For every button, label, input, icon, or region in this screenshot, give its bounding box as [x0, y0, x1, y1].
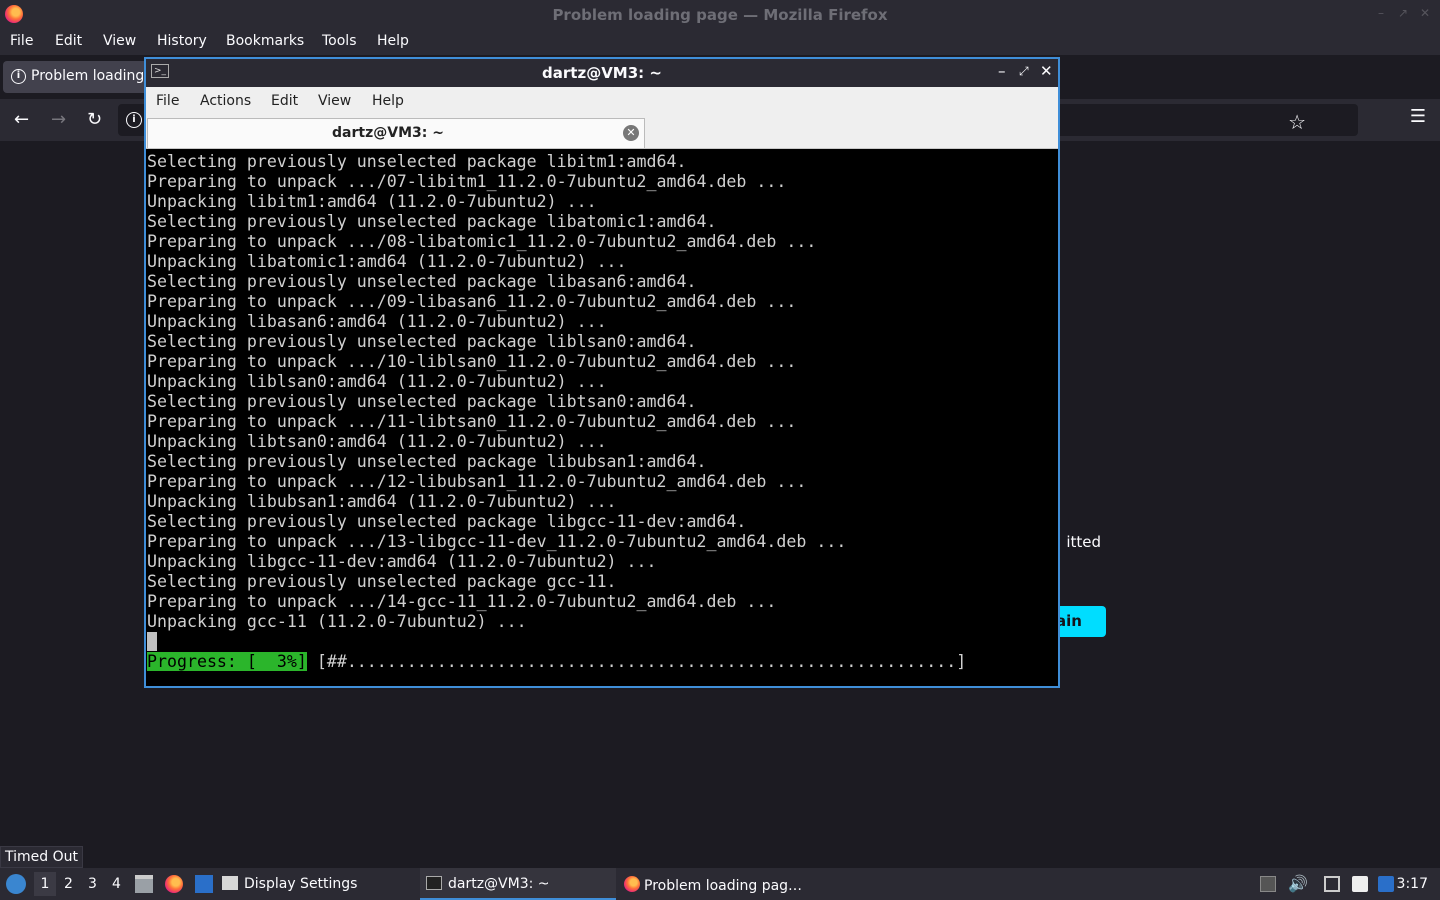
terminal-line: Preparing to unpack .../10-liblsan0_11.2…: [147, 352, 797, 371]
site-info-icon[interactable]: i: [126, 112, 142, 128]
terminal-line: Selecting previously unselected package …: [147, 212, 717, 231]
task-label: Problem loading pag…: [644, 878, 803, 894]
close-icon[interactable]: ✕: [1040, 62, 1053, 80]
terminal-line: Selecting previously unselected package …: [147, 332, 697, 351]
workspace-2[interactable]: 2: [64, 876, 73, 892]
tab-problem-loading[interactable]: i Problem loading page: [3, 61, 163, 93]
terminal-line: Unpacking libtsan0:amd64 (11.2.0-7ubuntu…: [147, 432, 607, 451]
firefox-logo-icon: [624, 876, 640, 892]
terminal-cursor: [147, 632, 157, 651]
minimize-icon[interactable]: –: [1378, 6, 1384, 20]
progress-label: Progress: [ 3%]: [147, 652, 307, 671]
menu-tools[interactable]: Tools: [322, 33, 357, 49]
menu-view[interactable]: View: [318, 93, 351, 109]
update-notifier-icon[interactable]: [1378, 876, 1394, 892]
task-label: dartz@VM3: ~: [448, 876, 550, 892]
terminal-line: Unpacking libatomic1:amd64 (11.2.0-7ubun…: [147, 252, 627, 271]
hamburger-menu-icon[interactable]: ☰: [1410, 106, 1426, 127]
terminal-line: Unpacking liblsan0:amd64 (11.2.0-7ubuntu…: [147, 372, 607, 391]
menu-bookmarks[interactable]: Bookmarks: [226, 33, 304, 49]
task-display-settings[interactable]: Display Settings: [222, 868, 417, 900]
menu-help[interactable]: Help: [377, 33, 409, 49]
terminal-line: Preparing to unpack .../11-libtsan0_11.2…: [147, 412, 797, 431]
menu-history[interactable]: History: [157, 33, 207, 49]
firefox-launcher-icon[interactable]: [165, 875, 183, 893]
workspace-3[interactable]: 3: [88, 876, 97, 892]
terminal-line: Selecting previously unselected package …: [147, 512, 747, 531]
forward-icon[interactable]: →: [51, 109, 66, 130]
tab-close-icon[interactable]: ✕: [623, 125, 639, 141]
terminal-output[interactable]: Selecting previously unselected package …: [147, 152, 1057, 652]
terminal-line: Selecting previously unselected package …: [147, 392, 697, 411]
terminal-line: Unpacking libubsan1:amd64 (11.2.0-7ubunt…: [147, 492, 617, 511]
progress-line: Progress: [ 3%] [##.....................…: [147, 652, 966, 672]
menu-file[interactable]: File: [156, 93, 179, 109]
firefox-titlebar: Problem loading page — Mozilla Firefox –…: [0, 0, 1440, 29]
close-icon[interactable]: ✕: [1420, 6, 1430, 20]
reload-icon[interactable]: ↻: [87, 109, 102, 130]
terminal-tabbar: dartz@VM3: ~ ✕: [146, 117, 1058, 149]
terminal-tab-label: dartz@VM3: ~: [332, 125, 444, 141]
terminal-line: Unpacking libitm1:amd64 (11.2.0-7ubuntu2…: [147, 192, 597, 211]
clipboard-icon[interactable]: [1352, 876, 1368, 892]
tab-label: Problem loading page: [31, 68, 161, 84]
terminal-line: Unpacking libgcc-11-dev:amd64 (11.2.0-7u…: [147, 552, 657, 571]
terminal-line: Preparing to unpack .../13-libgcc-11-dev…: [147, 532, 847, 551]
maximize-icon[interactable]: ↗: [1398, 6, 1408, 20]
volume-icon[interactable]: 🔊: [1288, 874, 1308, 893]
clock[interactable]: 3:17: [1397, 876, 1428, 892]
tray-up-icon[interactable]: [1260, 876, 1276, 892]
terminal-icon: [426, 876, 442, 890]
info-icon: i: [11, 69, 26, 84]
network-icon[interactable]: [1324, 876, 1340, 892]
start-menu-icon[interactable]: [6, 874, 26, 894]
menu-help[interactable]: Help: [372, 93, 404, 109]
terminal-menubar: File Actions Edit View Help: [146, 87, 1058, 117]
terminal-line: Preparing to unpack .../12-libubsan1_11.…: [147, 472, 807, 491]
task-firefox[interactable]: Problem loading pag…: [624, 868, 824, 900]
terminal-line: Preparing to unpack .../08-libatomic1_11…: [147, 232, 817, 251]
task-terminal[interactable]: dartz@VM3: ~: [420, 868, 616, 900]
menu-file[interactable]: File: [10, 33, 33, 49]
terminal-line: Unpacking gcc-11 (11.2.0-7ubuntu2) ...: [147, 612, 527, 631]
firefox-menubar: File Edit View History Bookmarks Tools H…: [0, 29, 1440, 55]
bookmark-star-icon[interactable]: ☆: [1288, 110, 1306, 134]
terminal-line: Preparing to unpack .../07-libitm1_11.2.…: [147, 172, 787, 191]
menu-view[interactable]: View: [103, 33, 136, 49]
menu-edit[interactable]: Edit: [55, 33, 82, 49]
status-tooltip: Timed Out: [0, 846, 83, 868]
terminal-line: Selecting previously unselected package …: [147, 272, 697, 291]
file-manager-icon[interactable]: [135, 875, 153, 893]
terminal-window-title: dartz@VM3: ~: [542, 64, 662, 82]
terminal-titlebar[interactable]: >_ dartz@VM3: ~ – ⤢ ✕: [146, 59, 1058, 87]
progress-bar: [##.....................................…: [306, 652, 967, 671]
terminal-line: Selecting previously unselected package …: [147, 152, 687, 171]
menu-actions[interactable]: Actions: [200, 93, 251, 109]
terminal-window: >_ dartz@VM3: ~ – ⤢ ✕ File Actions Edit …: [144, 57, 1060, 688]
maximize-icon[interactable]: ⤢: [1019, 64, 1029, 79]
terminal-tab[interactable]: dartz@VM3: ~ ✕: [147, 118, 645, 148]
terminal-line: Preparing to unpack .../09-libasan6_11.2…: [147, 292, 797, 311]
back-icon[interactable]: ←: [14, 109, 29, 130]
display-settings-icon: [222, 876, 238, 890]
menu-edit[interactable]: Edit: [271, 93, 298, 109]
minimize-icon[interactable]: –: [998, 62, 1006, 80]
firefox-window-title: Problem loading page — Mozilla Firefox: [552, 6, 888, 24]
terminal-line: Selecting previously unselected package …: [147, 572, 617, 591]
taskbar: 1 2 3 4 Display Settings dartz@VM3: ~ Pr…: [0, 868, 1440, 900]
workspace-4[interactable]: 4: [112, 876, 121, 892]
workspace-1[interactable]: 1: [34, 872, 56, 896]
task-label: Display Settings: [244, 876, 358, 892]
terminal-line: Preparing to unpack .../14-gcc-11_11.2.0…: [147, 592, 777, 611]
terminal-line: Selecting previously unselected package …: [147, 452, 707, 471]
terminal-line: Unpacking libasan6:amd64 (11.2.0-7ubuntu…: [147, 312, 607, 331]
desktop-icon[interactable]: [195, 875, 213, 893]
